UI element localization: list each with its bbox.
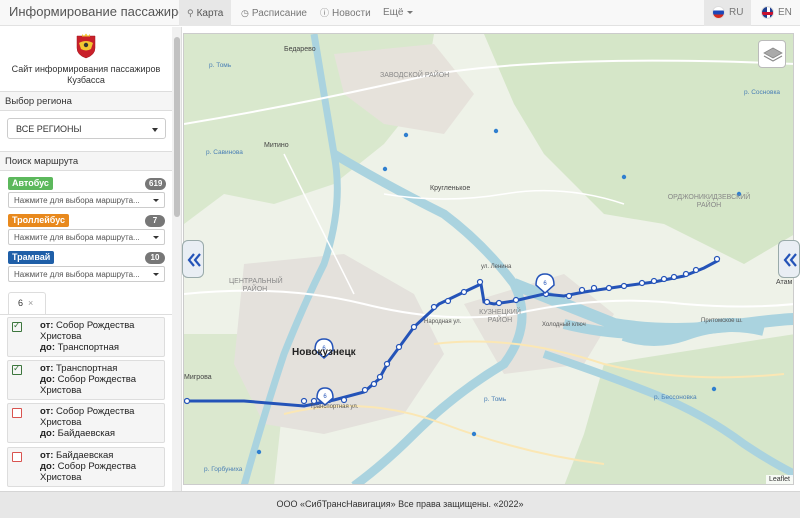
map-label-kholodny: Холодный ключ <box>542 322 586 328</box>
map-label-mitino: Митино <box>264 142 289 149</box>
caret-down-icon <box>153 236 159 239</box>
map-label-ordzhonikidzevsky-district: ОРДЖОНИКИДЗЕВСКИЙ РАЙОН <box>667 194 751 209</box>
lang-ru-button[interactable]: RU <box>704 0 752 26</box>
map-label-kuznetsky-district: КУЗНЕЦКИЙ РАЙОН <box>479 309 521 324</box>
map-label-r-tom-north: р. Томь <box>209 62 232 69</box>
map-label-atam: Атам <box>776 279 793 286</box>
clock-icon: ◷ <box>241 8 249 18</box>
uk-flag-icon <box>761 5 774 19</box>
lang-en-button[interactable]: EN <box>753 0 800 26</box>
top-navbar: Информирование пассажиров ⚲ Карта ◷ Распис… <box>0 0 800 26</box>
map-attribution[interactable]: Leaflet <box>765 475 793 484</box>
route-search-heading: Поиск маршрута <box>0 151 172 171</box>
checkbox-checked-icon[interactable] <box>12 363 22 375</box>
double-chevron-left-icon <box>783 253 797 267</box>
map-label-bedarevo: Бедарево <box>284 46 316 53</box>
map-label-r-sosnovka: р. Сосновка <box>744 89 781 96</box>
map-label-r-bessonovka: р. Бессоновка <box>654 394 697 401</box>
nav-tab-schedule[interactable]: ◷ Расписание <box>233 0 315 26</box>
checkbox-unchecked-icon[interactable] <box>12 452 22 462</box>
caret-down-icon <box>153 273 159 276</box>
checkbox-unchecked-icon[interactable] <box>12 408 22 418</box>
direction-item[interactable]: от: Собор Рождества Христова до: Транспо… <box>7 317 165 357</box>
map-marker-icon: ⚲ <box>187 8 194 18</box>
direction-item[interactable]: от: Собор Рождества Христова до: Байдаев… <box>7 403 165 443</box>
bus-label: Автобус <box>8 177 53 190</box>
close-icon[interactable]: × <box>28 298 33 308</box>
site-title: Сайт информирования пассажиров Кузбасса <box>11 64 161 85</box>
double-chevron-left-icon <box>187 253 201 267</box>
map-label-kruglenkoe: Кругленькое <box>430 185 471 192</box>
map-label-mitrova: Мигрова <box>184 374 212 381</box>
sidebar-scrollbar[interactable] <box>172 27 181 491</box>
map-label-centralny-district: ЦЕНТРАЛЬНЫЙ РАЙОН <box>229 278 283 293</box>
map-layers-button[interactable] <box>758 40 786 68</box>
trolleybus-route-select[interactable]: Нажмите для выбора маршрута... <box>8 229 165 245</box>
footer-copyright: ООО «СибТрансНавигация» Все права защище… <box>276 499 524 509</box>
russia-flag-icon <box>712 5 725 19</box>
map-label-r-gorbunikha: р. Горбуниха <box>204 466 243 473</box>
tram-label: Трамвай <box>8 251 55 264</box>
map-label-lenina-street: ул. Ленина <box>481 264 512 270</box>
map-label-prytomskoe-highway: Притомское ш. <box>701 318 743 324</box>
collapse-left-panel-button[interactable] <box>182 240 204 278</box>
caret-down-icon <box>153 199 159 202</box>
kuzbass-crest-icon <box>76 33 96 59</box>
expand-right-panel-button[interactable] <box>778 240 800 278</box>
tram-route-placeholder: Нажмите для выбора маршрута... <box>14 270 140 279</box>
direction-item[interactable]: от: Байдаевская до: Собор Рождества Хрис… <box>7 447 165 487</box>
map-label-zavodskoy-district: ЗАВОДСКОЙ РАЙОН <box>380 72 450 79</box>
region-select-value: ВСЕ РЕГИОНЫ <box>16 124 82 134</box>
route-tab-label: 6 <box>18 298 24 308</box>
bus-route-select[interactable]: Нажмите для выбора маршрута... <box>8 192 165 208</box>
footer: ООО «СибТрансНавигация» Все права защище… <box>0 491 800 518</box>
checkbox-checked-icon[interactable] <box>12 320 22 332</box>
region-heading: Выбор региона <box>0 91 172 111</box>
layers-icon <box>763 47 783 62</box>
route-tab-6[interactable]: 6 × <box>8 292 46 314</box>
map-label-r-savinova: р. Савинова <box>206 149 243 156</box>
region-select[interactable]: ВСЕ РЕГИОНЫ <box>7 118 166 139</box>
map-view[interactable]: 6 6 6 Бедарево Митино Кругленькое ЗАВОДС… <box>183 33 794 485</box>
sidebar: Сайт информирования пассажиров Кузбасса … <box>0 27 182 491</box>
bus-route-count-badge: 619 <box>145 178 167 190</box>
map-label-narodnaya-street: Народная ул. <box>424 319 462 325</box>
direction-item[interactable]: от: Транспортная до: Собор Рождества Хри… <box>7 360 165 400</box>
trolleybus-label: Троллейбус <box>8 214 70 227</box>
trolleybus-route-placeholder: Нажмите для выбора маршрута... <box>14 233 140 242</box>
tram-route-count-badge: 10 <box>145 252 165 264</box>
caret-down-icon <box>152 128 158 132</box>
map-canvas[interactable]: 6 6 6 <box>184 34 794 485</box>
map-label-novokuznetsk: Новокузнецк <box>292 347 356 358</box>
tram-route-select[interactable]: Нажмите для выбора маршрута... <box>8 266 165 282</box>
trolleybus-route-count-badge: 7 <box>145 215 165 227</box>
map-label-r-tomi-south: р. Томь <box>484 396 507 403</box>
tab-divider <box>0 314 172 315</box>
info-icon: ⓘ <box>320 8 330 18</box>
nav-tab-news[interactable]: ⓘ Новости <box>312 0 379 26</box>
nav-tab-map[interactable]: ⚲ Карта <box>179 0 232 26</box>
scrollbar-thumb[interactable] <box>174 37 180 217</box>
caret-down-icon <box>407 10 414 14</box>
nav-dropdown-more[interactable]: Ещё <box>375 0 421 26</box>
brand-title[interactable]: Информирование пассажиров <box>9 4 192 19</box>
map-label-transportnaya-street: Транспортная ул. <box>310 404 359 410</box>
bus-route-placeholder: Нажмите для выбора маршрута... <box>14 196 140 205</box>
